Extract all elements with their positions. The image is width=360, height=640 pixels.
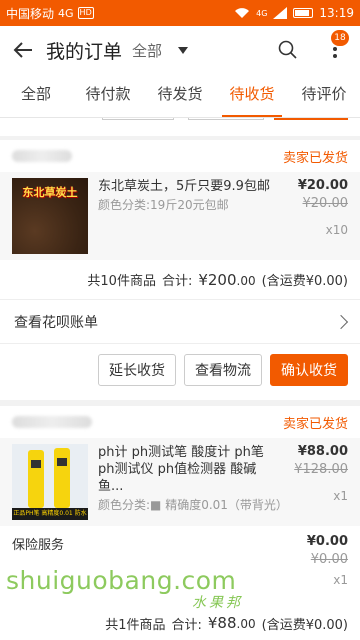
total-label: 合计: (171, 617, 202, 633)
service-quantity: x1 (333, 573, 348, 587)
tab-pending-shipment[interactable]: 待发货 (144, 74, 216, 117)
huabei-bill-label: 查看花呗账单 (14, 314, 98, 331)
thumbnail-caption: 东北草炭土 (22, 186, 78, 199)
service-original-price: ¥0.00 (310, 552, 348, 567)
back-button[interactable] (0, 26, 46, 74)
status-bar: 中国移动 4G HD 4G 13:19 (0, 0, 360, 26)
notification-badge: 18 (331, 30, 349, 46)
huabei-bill-link[interactable]: 查看花呗账单 (0, 300, 360, 344)
previous-order-button[interactable] (188, 118, 264, 120)
more-dots-icon (333, 47, 337, 51)
product-thumbnail: 正品PH笔 高精度0.01 防水 (12, 444, 88, 520)
product-original-price: ¥20.00 (302, 196, 349, 211)
product-spec: 颜色分类:■ 精确度0.01（带背光） (98, 498, 288, 512)
confirm-receipt-button[interactable]: 确认收货 (270, 354, 348, 386)
product-quantity: x1 (333, 489, 348, 503)
item-count: 共1件商品 (105, 617, 166, 633)
order-card: 卖家已发货 东北草炭土 东北草炭土，5斤只要9.9包邮 颜色分类:19斤20元包… (0, 140, 360, 400)
tab-pending-payment[interactable]: 待付款 (72, 74, 144, 117)
total-amount-decimal: .00 (236, 273, 256, 288)
order-status-tabs: 全部 待付款 待发货 待收货 待评价 (0, 74, 360, 118)
signal-icon (273, 7, 288, 19)
shop-row[interactable]: 卖家已发货 (0, 140, 360, 172)
product-thumbnail: 东北草炭土 (12, 178, 88, 254)
product-quantity: x10 (325, 223, 348, 237)
shop-name-blurred (12, 150, 72, 162)
chevron-right-icon (333, 314, 349, 329)
tab-pending-review[interactable]: 待评价 (288, 74, 360, 117)
tab-all[interactable]: 全部 (0, 74, 72, 117)
product-spec: 颜色分类:19斤20元包邮 (98, 198, 229, 212)
item-count: 共10件商品 (87, 274, 156, 289)
watermark-chinese: 水果邦 (192, 595, 243, 611)
order-status-label: 卖家已发货 (282, 416, 348, 432)
wifi-icon (235, 8, 250, 18)
page-title: 我的订单 (46, 40, 123, 63)
search-icon (278, 40, 297, 59)
caret-down-icon[interactable] (178, 46, 189, 54)
shop-row[interactable]: 卖家已发货 (0, 406, 360, 438)
more-dots-icon (333, 54, 337, 58)
order-actions: 延长收货 查看物流 确认收货 (0, 344, 360, 396)
order-total: 共10件商品 合计: ¥200.00 (含运费¥0.00) (0, 260, 360, 300)
app-header: 我的订单 全部 (0, 26, 360, 74)
product-original-price: ¥128.00 (294, 462, 348, 477)
thumbnail-caption: 正品PH笔 高精度0.01 防水 (12, 508, 88, 520)
hd-icon: HD (77, 7, 94, 19)
product-price: ¥20.00 (297, 178, 348, 193)
total-amount: ¥200 (198, 270, 237, 289)
shipping-fee: (含运费¥0.00) (261, 617, 348, 633)
back-arrow-icon (13, 42, 32, 58)
extend-receipt-button[interactable]: 延长收货 (98, 354, 176, 386)
previous-order-footer (0, 118, 360, 136)
product-price: ¥88.00 (297, 444, 348, 459)
order-item[interactable]: 东北草炭土 东北草炭土，5斤只要9.9包邮 颜色分类:19斤20元包邮 ¥20.… (0, 172, 360, 260)
product-title: 东北草炭土，5斤只要9.9包邮 (98, 179, 270, 194)
previous-order-button[interactable] (102, 118, 174, 120)
ph-pen-image (28, 450, 44, 508)
order-filter-select[interactable]: 全部 (132, 40, 162, 61)
carrier-name: 中国移动 (6, 6, 55, 21)
previous-order-button[interactable] (274, 118, 348, 120)
service-price: ¥0.00 (306, 534, 348, 549)
tab-pending-receipt[interactable]: 待收货 (216, 74, 288, 117)
total-amount: ¥88 (207, 614, 237, 632)
total-label: 合计: (161, 274, 193, 289)
product-title: ph计 ph测试笔 酸度计 ph笔 ph测试仪 ph值检测器 酸碱 鱼... (98, 445, 264, 494)
order-card: 卖家已发货 正品PH笔 高精度0.01 防水 ph计 ph测试笔 酸度计 ph笔… (0, 406, 360, 640)
search-button[interactable] (276, 38, 300, 62)
order-status-label: 卖家已发货 (282, 150, 348, 166)
shop-name-blurred (12, 416, 92, 428)
clock: 13:19 (319, 6, 354, 20)
watermark-text: shuiguobang.com (6, 566, 237, 595)
order-item[interactable]: 正品PH笔 高精度0.01 防水 ph计 ph测试笔 酸度计 ph笔 ph测试仪… (0, 438, 360, 526)
view-logistics-button[interactable]: 查看物流 (184, 354, 262, 386)
network-type: 4G (58, 6, 74, 20)
ph-pen-image (54, 448, 70, 508)
shipping-fee: (含运费¥0.00) (261, 274, 348, 289)
order-total: 共1件商品 合计: ¥88.00 (含运费¥0.00) (0, 606, 360, 640)
signal-net-label: 4G (256, 8, 268, 18)
battery-icon (293, 8, 314, 18)
total-amount-decimal: .00 (236, 617, 256, 631)
